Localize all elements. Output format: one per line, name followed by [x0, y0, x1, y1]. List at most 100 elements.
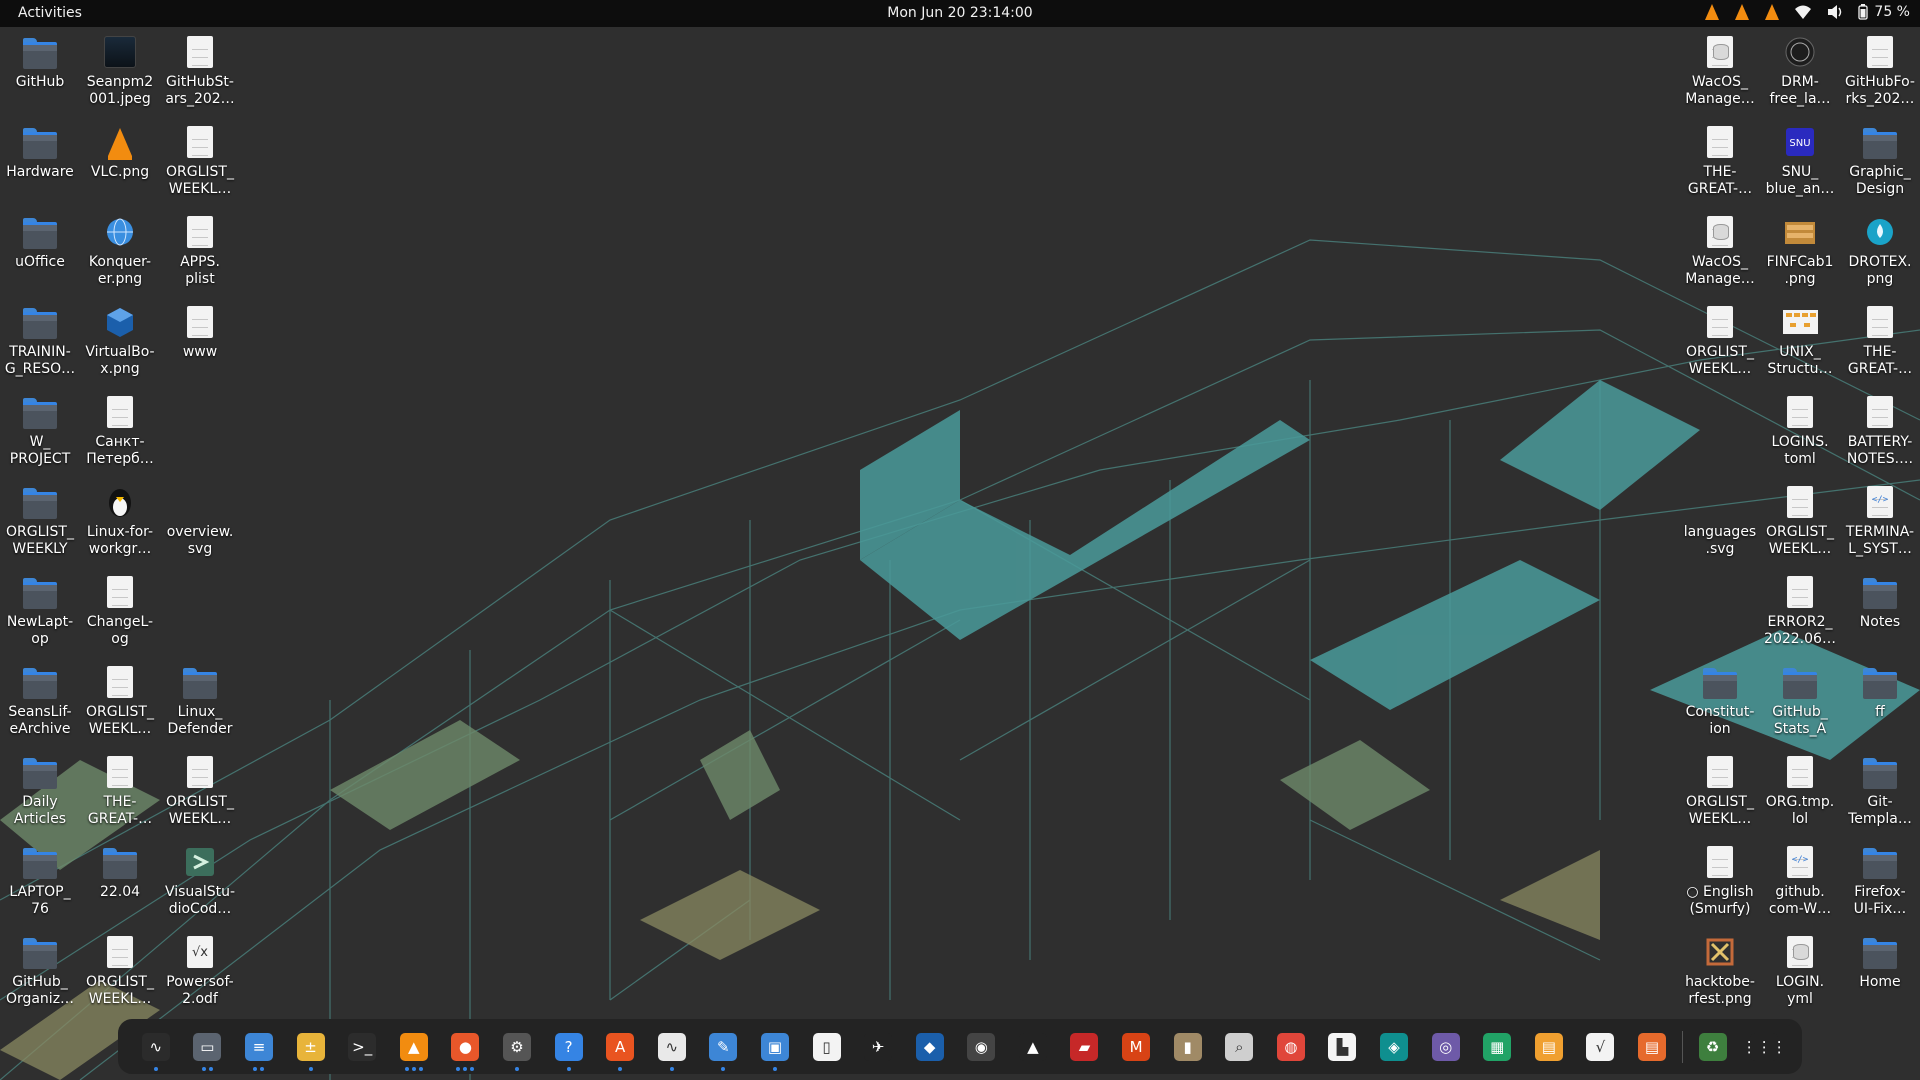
desktop-icon[interactable]: UNIX_ Structu… [1760, 300, 1840, 388]
desktop-icon[interactable]: ORGLIST_ WEEKL… [160, 120, 240, 208]
desktop-icon[interactable]: Hardware [0, 120, 80, 208]
dock-item-graph[interactable]: ∿ [646, 1019, 698, 1074]
desktop-icon[interactable]: Daily Articles [0, 750, 80, 838]
dock-item-files[interactable]: ▭ [182, 1019, 234, 1074]
desktop-icon[interactable]: LAPTOP_ 76 [0, 840, 80, 928]
desktop-icon[interactable]: ○ English (Smurfy) [1680, 840, 1760, 928]
dock-item-impress[interactable]: ▤ [1523, 1019, 1575, 1074]
desktop-icon[interactable]: GitHub_ Stats_A [1760, 660, 1840, 748]
dock-item-camera[interactable]: ◉ [956, 1019, 1008, 1074]
dock-item-software[interactable]: A [594, 1019, 646, 1074]
desktop-icon[interactable]: VisualStu- dioCod… [160, 840, 240, 928]
desktop-icon[interactable]: hacktobe- rfest.png [1680, 930, 1760, 1018]
vlc-icon[interactable] [1764, 3, 1780, 21]
desktop-icon[interactable]: THE- GREAT-… [80, 750, 160, 838]
desktop-icon[interactable]: FINFCab1 .png [1760, 210, 1840, 298]
desktop-icon[interactable]: github. com-W… [1760, 840, 1840, 928]
dock-item-screenshot[interactable]: ◎ [1420, 1019, 1472, 1074]
volume-icon[interactable] [1826, 4, 1844, 20]
clock[interactable]: Mon Jun 20 23:14:00 [0, 5, 1920, 21]
desktop-icon[interactable]: DRM- free_la… [1760, 30, 1840, 118]
dock-item-archive[interactable]: ▮ [1162, 1019, 1214, 1074]
dock-item-mario[interactable]: M [1110, 1019, 1162, 1074]
dock-item-racer[interactable]: ▰ [1059, 1019, 1111, 1074]
desktop-icon[interactable]: overview. svg [160, 480, 240, 568]
dock-item-virtualbox[interactable]: ◆ [904, 1019, 956, 1074]
dock-item-settings[interactable]: ⚙ [491, 1019, 543, 1074]
desktop-icon[interactable]: SeansLif- eArchive [0, 660, 80, 748]
desktop-icon[interactable]: languages .svg [1680, 480, 1760, 568]
desktop-icon[interactable]: ORGLIST_ WEEKL… [1760, 480, 1840, 568]
desktop-icon[interactable]: NewLapt- op [0, 570, 80, 658]
dock-item-terminal[interactable]: >_ [336, 1019, 388, 1074]
dock-item-notes[interactable]: ✎ [698, 1019, 750, 1074]
desktop-icon[interactable]: Graphic_ Design [1840, 120, 1920, 208]
desktop-icon[interactable]: Git- Templa… [1840, 750, 1920, 838]
wifi-icon[interactable] [1794, 4, 1812, 20]
desktop-icon[interactable]: Linux-for- workgr… [80, 480, 160, 568]
dock-item-help[interactable]: ? [543, 1019, 595, 1074]
desktop-icon[interactable]: GitHubFo- rks_202… [1840, 30, 1920, 118]
desktop-icon[interactable]: √x Powersof- 2.odf [160, 930, 240, 1018]
dock-item-calculator[interactable]: ± [285, 1019, 337, 1074]
desktop-icon[interactable]: Linux_ Defender [160, 660, 240, 748]
dock-item-trash[interactable]: ♻ [1687, 1019, 1739, 1074]
desktop-icon[interactable]: LOGINS. toml [1760, 390, 1840, 478]
dock-item-vlc[interactable]: ▲ [388, 1019, 440, 1074]
desktop-icon[interactable]: WacOS_ Manage… [1680, 30, 1760, 118]
dock-item-calc-sheet[interactable]: ▦ [1471, 1019, 1523, 1074]
dock-item-present[interactable]: ▤ [1626, 1019, 1678, 1074]
desktop-icon[interactable]: BATTERY- NOTES.… [1840, 390, 1920, 478]
dock-item-math[interactable]: √ [1575, 1019, 1627, 1074]
dock-item-show-apps[interactable]: ⋮⋮⋮ [1738, 1019, 1790, 1074]
desktop-icon[interactable]: GitHub [0, 30, 80, 118]
desktop-icon[interactable]: 22.04 [80, 840, 160, 928]
desktop-icon[interactable]: VirtualBo- x.png [80, 300, 160, 388]
activities-button[interactable]: Activities [18, 5, 82, 21]
desktop-icon[interactable]: THE- GREAT-… [1680, 120, 1760, 208]
desktop-icon[interactable]: Seanpm2 001.jpeg [80, 30, 160, 118]
dock-item-chrome[interactable]: ◍ [1265, 1019, 1317, 1074]
vlc-icon[interactable] [1734, 3, 1750, 21]
system-tray[interactable]: 75 % [1704, 3, 1910, 21]
dock-item-blank-doc[interactable]: ▯ [801, 1019, 853, 1074]
desktop-icon[interactable]: ChangeL- og [80, 570, 160, 658]
desktop-icon[interactable]: ERROR2_ 2022.06… [1760, 570, 1840, 658]
desktop-icon[interactable]: THE- GREAT-… [1840, 300, 1920, 388]
desktop-icon[interactable]: WacOS_ Manage… [1680, 210, 1760, 298]
dock-item-image-viewer[interactable]: ⌕ [1213, 1019, 1265, 1074]
dock-item-bird[interactable]: ✈ [852, 1019, 904, 1074]
desktop-icon[interactable]: DROTEX. png [1840, 210, 1920, 298]
dock-item-dialog[interactable]: ▣ [749, 1019, 801, 1074]
desktop-icon[interactable]: TRAININ- G_RESO… [0, 300, 80, 388]
desktop-icon[interactable]: Санкт- Петерб… [80, 390, 160, 478]
desktop-icon[interactable]: SNU SNU_ blue_an… [1760, 120, 1840, 208]
desktop-icon[interactable]: GitHub_ Organiz… [0, 930, 80, 1018]
desktop-icon[interactable]: ORGLIST_ WEEKL… [80, 660, 160, 748]
desktop-icon[interactable]: APPS. plist [160, 210, 240, 298]
desktop-icon[interactable]: www [160, 300, 240, 388]
desktop-icon[interactable]: ORGLIST_ WEEKL… [1680, 750, 1760, 838]
desktop-icon[interactable]: Konquer- er.png [80, 210, 160, 298]
desktop-icon[interactable]: Constitut- ion [1680, 660, 1760, 748]
desktop-icon[interactable]: ff [1840, 660, 1920, 748]
desktop-icon[interactable]: LOGIN. yml [1760, 930, 1840, 1018]
desktop-icon[interactable]: Home [1840, 930, 1920, 1018]
desktop-icon[interactable]: TERMINA- L_SYST… [1840, 480, 1920, 568]
dock-item-text-editor[interactable]: ≡ [233, 1019, 285, 1074]
battery-indicator[interactable]: 75 % [1858, 4, 1910, 20]
desktop-icon[interactable]: Firefox- UI-Fix… [1840, 840, 1920, 928]
dock-item-firefox[interactable]: ● [440, 1019, 492, 1074]
desktop-icon[interactable]: ORGLIST_ WEEKLY [0, 480, 80, 568]
desktop-icon[interactable]: GitHubSt- ars_202… [160, 30, 240, 118]
desktop-icon[interactable]: uOffice [0, 210, 80, 298]
desktop-icon[interactable]: ORGLIST_ WEEKL… [160, 750, 240, 838]
dock-item-system-monitor[interactable]: ∿ [130, 1019, 182, 1074]
dock-item-teal-app[interactable]: ◈ [1368, 1019, 1420, 1074]
desktop-icon[interactable]: Notes [1840, 570, 1920, 658]
dock-item-mountain[interactable]: ▲ [1007, 1019, 1059, 1074]
desktop-icon[interactable]: VLC.png [80, 120, 160, 208]
desktop-icon[interactable]: ORGLIST_ WEEKL… [1680, 300, 1760, 388]
desktop-icon[interactable]: W_ PROJECT [0, 390, 80, 478]
desktop-icon[interactable]: ORG.tmp. lol [1760, 750, 1840, 838]
